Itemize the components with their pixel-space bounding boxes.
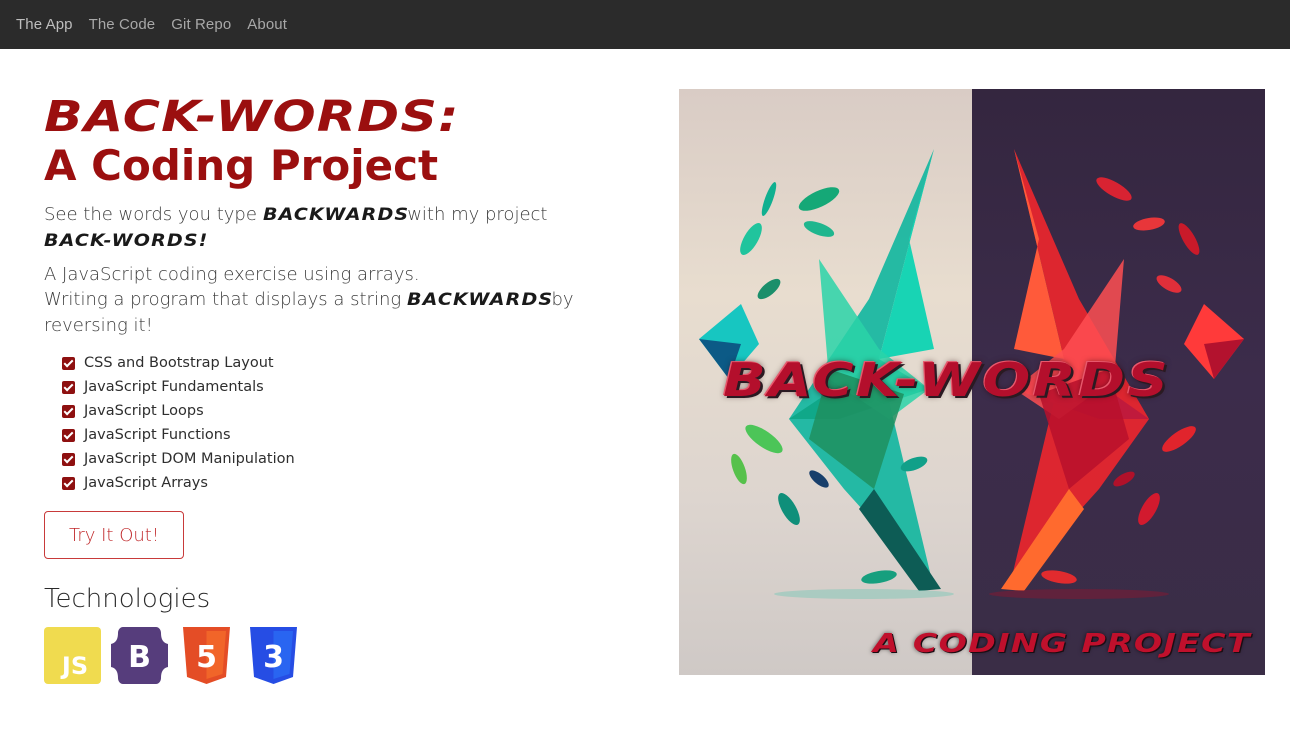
nav-link-the-code[interactable]: The Code bbox=[89, 16, 156, 33]
list-item: JavaScript Functions bbox=[62, 423, 624, 447]
checkbox-checked-icon bbox=[62, 356, 75, 370]
hero-logo-text: BACK-WORDS bbox=[723, 353, 1171, 407]
skills-checklist: CSS and Bootstrap Layout JavaScript Fund… bbox=[62, 351, 624, 495]
project-name: BACK-WORDS! bbox=[44, 231, 209, 251]
checkbox-checked-icon bbox=[62, 380, 75, 394]
intro-paragraph: See the words you type BACKWARDSwith my … bbox=[44, 202, 624, 254]
description-line-1: A JavaScript coding exercise using array… bbox=[44, 264, 420, 285]
logo-title: BACK-WORDS: bbox=[44, 92, 460, 142]
list-item-label: CSS and Bootstrap Layout bbox=[84, 355, 274, 371]
list-item-label: JavaScript Fundamentals bbox=[84, 379, 264, 395]
checkbox-checked-icon bbox=[62, 476, 75, 490]
bootstrap-icon: B bbox=[111, 627, 168, 684]
technology-icons: JS B 5 3 bbox=[44, 627, 624, 684]
page-subtitle: A Coding Project bbox=[44, 141, 439, 190]
list-item: JavaScript Fundamentals bbox=[62, 375, 624, 399]
nav-link-the-app[interactable]: The App bbox=[16, 16, 73, 33]
backwards-word: BACKWARDS bbox=[262, 205, 409, 225]
list-item-label: JavaScript Arrays bbox=[84, 475, 208, 491]
hero-caption-text: A CODING PROJECT bbox=[873, 629, 1251, 659]
list-item: JavaScript Loops bbox=[62, 399, 624, 423]
top-navbar: The App The Code Git Repo About bbox=[0, 0, 1290, 49]
intro-text-suffix: with my project bbox=[407, 204, 548, 225]
html5-icon-text: 5 bbox=[196, 640, 217, 675]
intro-section: BACK-WORDS: A Coding Project See the wor… bbox=[44, 92, 624, 684]
css3-icon-text: 3 bbox=[263, 640, 284, 675]
list-item-label: JavaScript DOM Manipulation bbox=[84, 451, 295, 467]
checkbox-checked-icon bbox=[62, 404, 75, 418]
nav-link-git-repo[interactable]: Git Repo bbox=[171, 16, 231, 33]
list-item-label: JavaScript Loops bbox=[84, 403, 204, 419]
technologies-heading: Technologies bbox=[44, 584, 211, 614]
list-item: CSS and Bootstrap Layout bbox=[62, 351, 624, 375]
hero-image: BACK-WORDS A CODING PROJECT bbox=[679, 89, 1265, 675]
backwards-word-2: BACKWARDS bbox=[406, 290, 554, 310]
nav-link-about[interactable]: About bbox=[247, 16, 287, 33]
try-it-out-button[interactable]: Try It Out! bbox=[44, 511, 185, 559]
list-item: JavaScript Arrays bbox=[62, 471, 624, 495]
intro-text-prefix: See the words you type bbox=[44, 204, 257, 225]
javascript-icon: JS bbox=[44, 627, 101, 684]
css3-icon: 3 bbox=[250, 627, 297, 684]
html5-icon: 5 bbox=[183, 627, 230, 684]
javascript-icon-text: JS bbox=[60, 652, 88, 680]
bootstrap-icon-text: B bbox=[128, 640, 151, 675]
description-paragraph: A JavaScript coding exercise using array… bbox=[44, 262, 624, 338]
list-item-label: JavaScript Functions bbox=[84, 427, 231, 443]
list-item: JavaScript DOM Manipulation bbox=[62, 447, 624, 471]
checkbox-checked-icon bbox=[62, 428, 75, 442]
checkbox-checked-icon bbox=[62, 452, 75, 466]
description-line-2-prefix: Writing a program that displays a string bbox=[44, 289, 402, 310]
